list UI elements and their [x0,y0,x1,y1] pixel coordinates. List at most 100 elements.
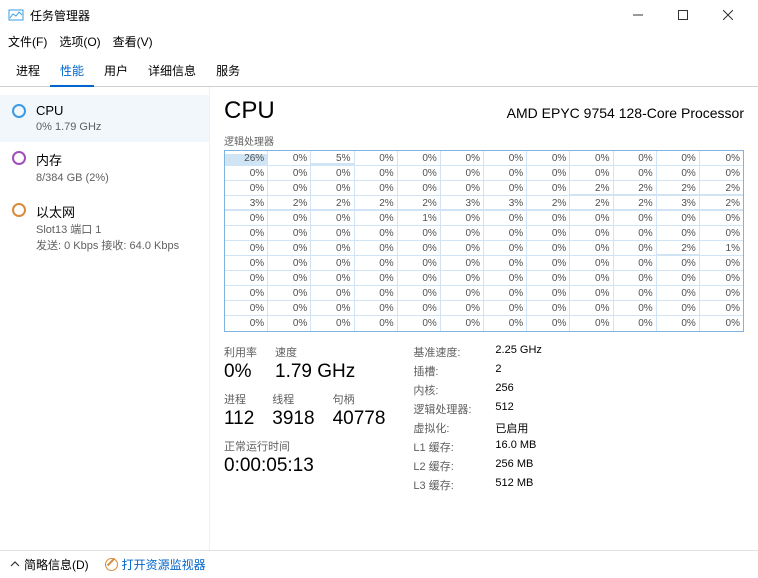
menu-file[interactable]: 文件(F) [8,33,47,50]
core-cell: 0% [311,181,354,196]
sidebar-item-cpu[interactable]: CPU 0% 1.79 GHz [0,95,209,142]
sidebar-item-ethernet[interactable]: 以太网 Slot13 端口 1 发送: 0 Kbps 接收: 64.0 Kbps [0,194,209,262]
window-title: 任务管理器 [30,7,90,24]
close-button[interactable] [705,0,750,30]
core-cell: 0% [355,271,398,286]
core-cell: 0% [441,151,484,166]
core-cell: 2% [398,196,441,211]
core-cell: 2% [700,196,743,211]
core-cell: 0% [614,166,657,181]
core-cell: 0% [225,271,268,286]
core-cell: 0% [570,211,613,226]
tab-processes[interactable]: 进程 [6,56,50,86]
core-cell: 0% [614,301,657,316]
cpu-icon [12,104,26,118]
chevron-up-icon [10,558,20,572]
core-cell: 0% [225,226,268,241]
core-cell: 3% [225,196,268,211]
uptime-value: 0:00:05:13 [224,455,385,477]
core-cell: 0% [614,256,657,271]
core-cell: 0% [441,301,484,316]
base-speed-k: 基准速度: [413,344,495,360]
core-cell: 0% [527,211,570,226]
core-cell: 0% [355,256,398,271]
core-cell: 0% [484,241,527,256]
core-cell: 0% [441,316,484,331]
core-cell: 0% [484,166,527,181]
sidebar-memory-sub: 8/384 GB (2%) [36,171,109,185]
core-cell: 0% [484,286,527,301]
core-cell: 0% [484,301,527,316]
core-cell: 0% [355,151,398,166]
open-resmon-link[interactable]: 打开资源监视器 [105,556,206,573]
l1-v: 16.0 MB [495,439,536,455]
core-cell: 0% [657,301,700,316]
tab-services[interactable]: 服务 [206,56,250,86]
proc-label: 进程 [224,391,254,407]
core-cell: 0% [657,211,700,226]
thread-value: 3918 [272,408,314,430]
core-cell: 2% [355,196,398,211]
core-cell: 0% [225,241,268,256]
maximize-button[interactable] [660,0,705,30]
core-cell: 0% [570,301,613,316]
core-cell: 0% [268,301,311,316]
logical-k: 逻辑处理器: [413,401,495,417]
core-cell: 0% [527,151,570,166]
core-cell: 0% [527,166,570,181]
sockets-v: 2 [495,363,501,379]
core-cell: 0% [657,226,700,241]
tab-details[interactable]: 详细信息 [138,56,206,86]
core-cell: 3% [441,196,484,211]
resmon-icon [105,558,118,571]
menu-options[interactable]: 选项(O) [59,33,100,50]
core-cell: 0% [355,316,398,331]
handle-value: 40778 [333,408,386,430]
core-cell: 0% [614,211,657,226]
tab-performance[interactable]: 性能 [50,56,94,87]
core-cell: 0% [268,241,311,256]
core-cell: 0% [700,316,743,331]
core-cell: 0% [614,151,657,166]
speed-label: 速度 [275,344,355,360]
core-cell: 0% [268,271,311,286]
core-cell: 0% [484,316,527,331]
minimize-button[interactable] [615,0,660,30]
core-cell: 0% [700,256,743,271]
speed-value: 1.79 GHz [275,361,355,383]
cores-k: 内核: [413,382,495,398]
core-cell: 0% [311,226,354,241]
core-cell: 2% [700,181,743,196]
core-cell: 0% [614,241,657,256]
sidebar: CPU 0% 1.79 GHz 内存 8/384 GB (2%) 以太网 Slo… [0,87,210,555]
core-cell: 2% [268,196,311,211]
core-cell: 0% [570,316,613,331]
core-cell: 0% [225,316,268,331]
core-cell: 0% [657,256,700,271]
page-title: CPU [224,97,275,125]
core-cell: 0% [657,166,700,181]
app-icon [8,7,24,23]
core-cell: 0% [570,241,613,256]
core-cell: 0% [311,211,354,226]
l2-v: 256 MB [495,458,533,474]
core-cell: 0% [700,211,743,226]
core-cell: 2% [570,181,613,196]
core-cell: 0% [570,256,613,271]
core-cell: 0% [311,286,354,301]
virt-v: 已启用 [495,420,528,436]
core-cell: 0% [268,226,311,241]
sidebar-item-memory[interactable]: 内存 8/384 GB (2%) [0,142,209,193]
tab-users[interactable]: 用户 [94,56,138,86]
sidebar-eth-name: 以太网 [36,202,179,221]
core-cell: 0% [398,271,441,286]
core-cell: 2% [527,196,570,211]
core-cell: 0% [657,316,700,331]
core-cell: 0% [398,301,441,316]
fewer-details-button[interactable]: 简略信息(D) [10,556,89,573]
core-cell: 0% [311,256,354,271]
core-cell: 0% [268,211,311,226]
menu-view[interactable]: 查看(V) [113,33,153,50]
core-cell: 0% [527,181,570,196]
core-grid[interactable]: 26%0%5%0%0%0%0%0%0%0%0%0%0%0%0%0%0%0%0%0… [224,150,744,332]
